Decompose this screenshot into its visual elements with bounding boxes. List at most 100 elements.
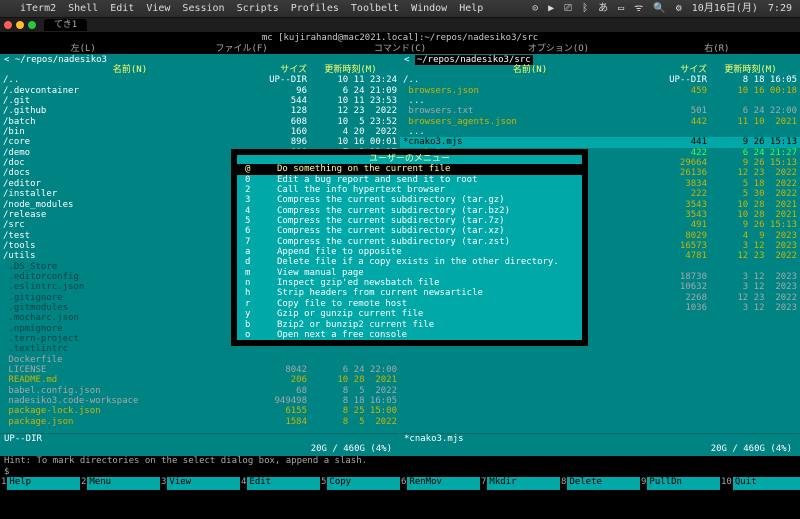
file-row[interactable]: ... bbox=[400, 96, 800, 106]
macos-menubar: iTerm2 Shell Edit View Session Scripts P… bbox=[0, 0, 800, 18]
menu-shell[interactable]: Shell bbox=[68, 3, 98, 15]
mc-menu-left[interactable]: 左(L) bbox=[4, 44, 162, 54]
file-row[interactable]: browsers_agents.json44211 10 2021 bbox=[400, 117, 800, 127]
mc-hint: Hint: To mark directories on the select … bbox=[0, 455, 800, 467]
window-close-icon[interactable] bbox=[4, 21, 12, 29]
mc-menu-options[interactable]: オプション(O) bbox=[479, 44, 637, 54]
col-date-header: 更新時刻(M) bbox=[307, 65, 397, 75]
status-wifi-icon[interactable]: ᯤ bbox=[634, 3, 643, 15]
left-panel-diskspace: 20G / 460G (4%) bbox=[0, 444, 400, 454]
left-panel-status: UP--DIR bbox=[4, 434, 42, 444]
menu-toolbelt[interactable]: Toolbelt bbox=[351, 3, 399, 15]
user-menu-item[interactable]: yGzip or gunzip current file bbox=[237, 309, 582, 319]
file-row[interactable]: /batch60810 5 23:52 bbox=[0, 117, 400, 127]
file-row[interactable]: ... bbox=[400, 127, 800, 137]
file-row[interactable]: Dockerfile bbox=[0, 355, 400, 365]
fkey-renmov[interactable]: 6RenMov bbox=[400, 477, 480, 490]
menu-help[interactable]: Help bbox=[459, 3, 483, 15]
user-menu-item[interactable]: hStrip headers from current newsarticle bbox=[237, 288, 582, 298]
terminal-tab[interactable]: てき1 bbox=[44, 19, 87, 31]
status-battery-icon[interactable]: ▭ bbox=[618, 3, 624, 15]
window-zoom-icon[interactable] bbox=[28, 21, 36, 29]
status-input-source[interactable]: あ bbox=[598, 3, 608, 15]
user-menu-item[interactable]: nInspect gzip'ed newsbatch file bbox=[237, 278, 582, 288]
col-name-header: 名前(N) bbox=[403, 65, 657, 75]
menu-edit[interactable]: Edit bbox=[110, 3, 134, 15]
col-date-header: 更新時刻(M) bbox=[707, 65, 797, 75]
mc-menu-file[interactable]: ファイル(F) bbox=[162, 44, 320, 54]
user-menu-item[interactable]: 3Compress the current subdirectory (tar.… bbox=[237, 195, 582, 205]
col-size-header: サイズ bbox=[657, 65, 707, 75]
fkey-view[interactable]: 3View bbox=[160, 477, 240, 490]
user-menu-item[interactable]: aAppend file to opposite bbox=[237, 247, 582, 257]
fkey-pulldn[interactable]: 9PullDn bbox=[640, 477, 720, 490]
status-time[interactable]: 7:29 bbox=[768, 3, 792, 15]
function-keys-bar: 1Help2Menu3View4Edit5Copy6RenMov7Mkdir8D… bbox=[0, 477, 800, 490]
mc-window-title: mc [kujirahand@mac2021.local]:~/repos/na… bbox=[0, 32, 800, 44]
status-screen-icon[interactable]: ⎚ bbox=[564, 3, 572, 15]
file-row[interactable]: /.devcontainer96 6 24 21:09 bbox=[0, 86, 400, 96]
right-panel-status: *cnako3.mjs bbox=[404, 434, 464, 444]
user-menu-item[interactable]: 7Compress the current subdirectory (tar.… bbox=[237, 237, 582, 247]
user-menu-item[interactable]: 5Compress the current subdirectory (tar.… bbox=[237, 216, 582, 226]
user-menu-item[interactable]: 0Edit a bug report and send it to root bbox=[237, 175, 582, 185]
user-menu-item[interactable]: rCopy file to remote host bbox=[237, 299, 582, 309]
file-row[interactable]: package.json1584 8 5 2022 bbox=[0, 417, 400, 427]
status-vpn-icon[interactable]: ⊝ bbox=[532, 3, 538, 15]
file-row[interactable]: /.github12812 23 2022 bbox=[0, 106, 400, 116]
file-row[interactable]: /..UP--DIR 8 18 16:05 bbox=[400, 75, 800, 85]
fkey-copy[interactable]: 5Copy bbox=[320, 477, 400, 490]
user-menu-title: ユーザーのメニュー bbox=[237, 154, 582, 164]
right-panel-path[interactable]: < ~/repos/nadesiko3/src bbox=[400, 55, 800, 65]
file-row[interactable]: /core89610 16 00:01 bbox=[0, 137, 400, 147]
col-name-header: 名前(N) bbox=[3, 65, 257, 75]
user-menu-item[interactable]: bBzip2 or bunzip2 current file bbox=[237, 320, 582, 330]
file-row[interactable]: .textlintrc bbox=[0, 344, 400, 354]
menu-window[interactable]: Window bbox=[411, 3, 447, 15]
file-row[interactable]: browsers.txt501 6 24 22:00 bbox=[400, 106, 800, 116]
fkey-quit[interactable]: 10Quit bbox=[720, 477, 800, 490]
window-minimize-icon[interactable] bbox=[16, 21, 24, 29]
file-row[interactable]: nadesiko3.code-workspace949498 8 18 16:0… bbox=[0, 396, 400, 406]
mc-menu-command[interactable]: コマンド(C) bbox=[321, 44, 479, 54]
right-panel-diskspace: 20G / 460G (4%) bbox=[400, 444, 800, 454]
fkey-help[interactable]: 1Help bbox=[0, 477, 80, 490]
user-menu-dialog[interactable]: ユーザーのメニュー @Do something on the current f… bbox=[232, 150, 587, 345]
status-play-icon[interactable]: ▶ bbox=[548, 3, 554, 15]
left-panel-path[interactable]: < ~/repos/nadesiko3 bbox=[0, 55, 400, 65]
menu-view[interactable]: View bbox=[146, 3, 170, 15]
user-menu-item[interactable]: @Do something on the current file bbox=[237, 164, 582, 174]
right-panel-header: 名前(N) サイズ 更新時刻(M) bbox=[400, 65, 800, 75]
user-menu-item[interactable]: oOpen next a free console bbox=[237, 330, 582, 340]
mc-top-menu: 左(L) ファイル(F) コマンド(C) オプション(O) 右(R) bbox=[0, 44, 800, 54]
user-menu-item[interactable]: dDelete file if a copy exists in the oth… bbox=[237, 257, 582, 267]
user-menu-item[interactable]: mView manual page bbox=[237, 268, 582, 278]
col-size-header: サイズ bbox=[257, 65, 307, 75]
menu-session[interactable]: Session bbox=[182, 3, 224, 15]
status-bluetooth-icon[interactable]: ᛒ bbox=[582, 3, 588, 15]
fkey-mkdir[interactable]: 7Mkdir bbox=[480, 477, 560, 490]
user-menu-item[interactable]: 6Compress the current subdirectory (tar.… bbox=[237, 226, 582, 236]
user-menu-item[interactable]: 4Compress the current subdirectory (tar.… bbox=[237, 206, 582, 216]
file-row[interactable]: LICENSE8042 6 24 22:00 bbox=[0, 365, 400, 375]
user-menu-item[interactable]: 2Call the info hypertext browser bbox=[237, 185, 582, 195]
menu-profiles[interactable]: Profiles bbox=[291, 3, 339, 15]
file-row[interactable]: README.md20610 28 2021 bbox=[0, 375, 400, 385]
menu-scripts[interactable]: Scripts bbox=[237, 3, 279, 15]
fkey-delete[interactable]: 8Delete bbox=[560, 477, 640, 490]
status-search-icon[interactable]: 🔍 bbox=[653, 3, 665, 15]
file-row[interactable]: package-lock.json6155 8 25 15:00 bbox=[0, 406, 400, 416]
fkey-menu[interactable]: 2Menu bbox=[80, 477, 160, 490]
file-row[interactable]: /..UP--DIR10 11 23:24 bbox=[0, 75, 400, 85]
file-row[interactable]: *cnako3.mjs441 9 26 15:13 bbox=[400, 137, 800, 147]
file-row[interactable]: babel.config.json68 8 5 2022 bbox=[0, 386, 400, 396]
mc-menu-right[interactable]: 右(R) bbox=[638, 44, 796, 54]
file-row[interactable]: browsers.json45910 16 00:18 bbox=[400, 86, 800, 96]
file-row[interactable]: /.git54410 11 23:53 bbox=[0, 96, 400, 106]
status-control-center-icon[interactable]: ⚙ bbox=[676, 3, 682, 15]
status-date[interactable]: 10月16日(月) bbox=[692, 3, 758, 15]
app-name[interactable]: iTerm2 bbox=[20, 3, 56, 15]
shell-prompt[interactable]: $ bbox=[0, 467, 800, 477]
file-row[interactable]: /bin160 4 20 2022 bbox=[0, 127, 400, 137]
fkey-edit[interactable]: 4Edit bbox=[240, 477, 320, 490]
